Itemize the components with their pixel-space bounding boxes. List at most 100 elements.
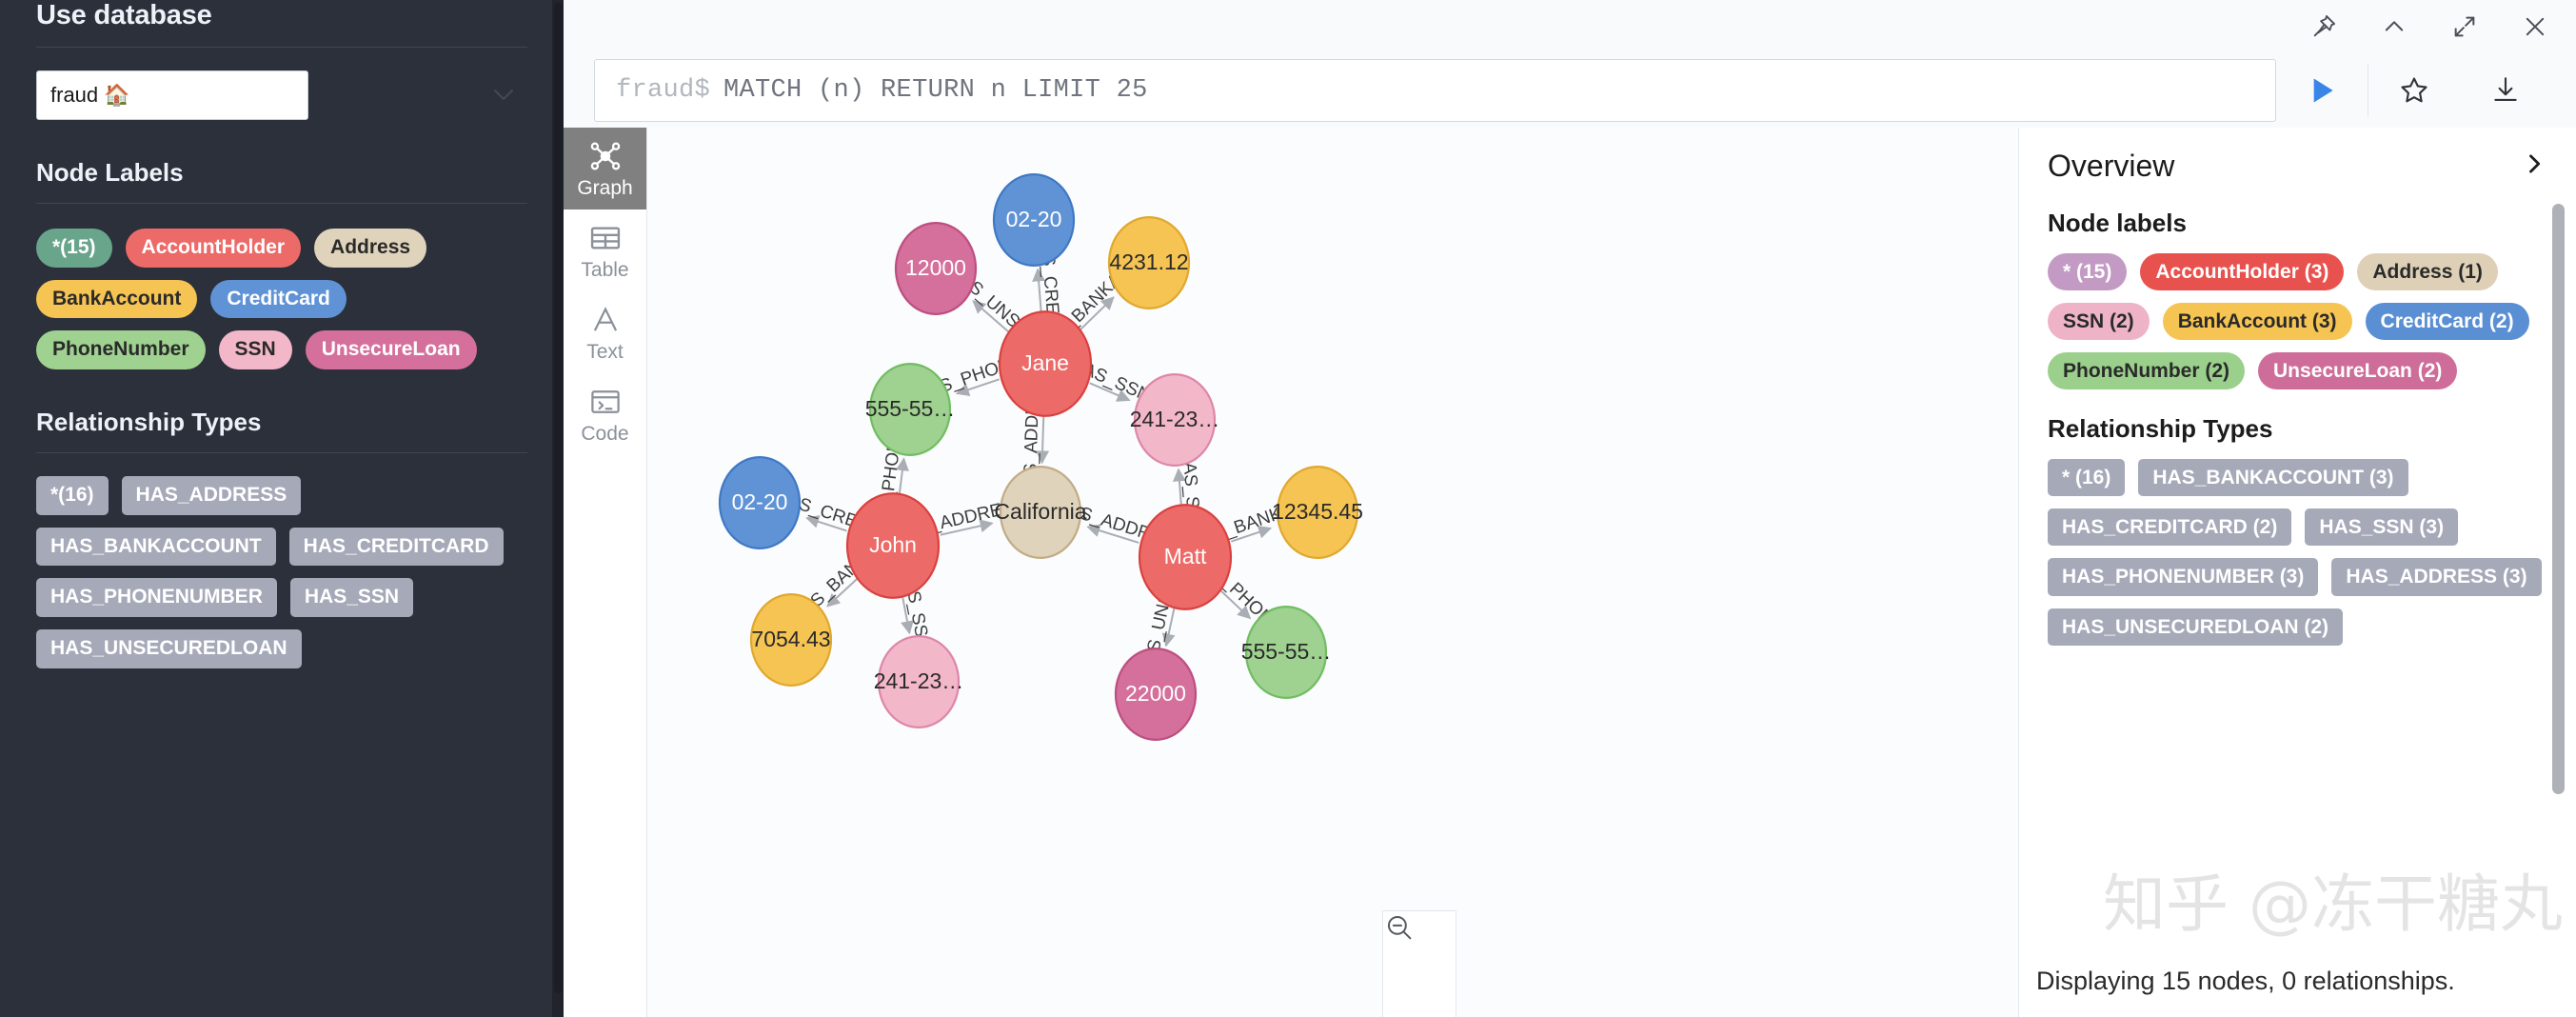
graph-node-label: 4231.12: [1109, 249, 1188, 274]
overview-relationship-type-chip[interactable]: HAS_UNSECUREDLOAN (2): [2048, 608, 2344, 646]
graph-node[interactable]: John: [845, 492, 941, 599]
graph-node[interactable]: 7054.43: [749, 593, 833, 687]
result-area: Graph Table Text Code HAS_UNSEC… HAS_CRE…: [564, 128, 2576, 1017]
graph-node-label: Matt: [1164, 544, 1207, 568]
tab-text[interactable]: Text: [564, 291, 646, 373]
relationship-type-chip-list: *(16) HAS_ADDRESS HAS_BANKACCOUNT HAS_CREDI…: [36, 476, 527, 668]
overview-scrollbar-thumb[interactable]: [2552, 204, 2565, 794]
node-label-chip[interactable]: PhoneNumber: [36, 330, 206, 370]
run-query-button[interactable]: [2276, 71, 2368, 110]
graph-visualization[interactable]: HAS_UNSEC… HAS_CREDIT… HAS_BANKA… HAS_PHONE…: [647, 128, 2018, 1017]
download-icon[interactable]: [2460, 74, 2551, 107]
node-label-chip[interactable]: AccountHolder: [125, 229, 302, 268]
query-input[interactable]: fraud$ MATCH (n) RETURN n LIMIT 25: [594, 59, 2276, 122]
overview-node-label-chip[interactable]: * (15): [2048, 253, 2128, 291]
sidebar-scrollbar-thumb[interactable]: [554, 3, 563, 993]
query-frame: fraud$ MATCH (n) RETURN n LIMIT 25 Graph…: [564, 0, 2576, 1017]
database-select[interactable]: fraud 🏠: [36, 70, 514, 120]
divider: [36, 203, 527, 204]
favorite-star-icon[interactable]: [2368, 74, 2460, 107]
divider: [36, 47, 527, 48]
pin-icon[interactable]: [2308, 10, 2340, 43]
overview-node-label-chip[interactable]: UnsecureLoan (2): [2258, 352, 2458, 390]
graph-node[interactable]: Jane: [998, 310, 1093, 417]
overview-node-label-chip[interactable]: Address (1): [2357, 253, 2498, 291]
node-label-chip[interactable]: Address: [314, 229, 427, 268]
view-tab-bar: Graph Table Text Code: [564, 128, 647, 1017]
chevron-down-icon: [493, 83, 514, 108]
overview-node-label-chip[interactable]: PhoneNumber (2): [2048, 352, 2246, 390]
graph-node[interactable]: 02-20: [992, 173, 1076, 267]
graph-node-label: John: [869, 532, 917, 557]
close-icon[interactable]: [2519, 10, 2551, 43]
graph-node-label: 241-23…: [874, 668, 964, 693]
graph-node-label: California: [994, 499, 1086, 524]
graph-node[interactable]: 241-23…: [874, 635, 964, 728]
use-database-title: Use database: [36, 0, 212, 30]
graph-canvas[interactable]: HAS_UNSEC…HAS_CREDIT…HAS_BANKA…HAS_PHONE…: [647, 128, 1437, 1017]
graph-node[interactable]: California: [994, 466, 1087, 559]
overview-relationship-type-chip[interactable]: HAS_BANKACCOUNT (3): [2138, 459, 2408, 497]
overview-node-label-chip[interactable]: BankAccount (3): [2162, 303, 2352, 341]
tab-table[interactable]: Table: [564, 209, 646, 291]
query-prompt: fraud$: [616, 76, 711, 105]
frame-titlebar: [564, 0, 2576, 53]
tab-code[interactable]: Code: [564, 373, 646, 455]
expand-icon[interactable]: [2448, 10, 2481, 43]
node-label-chip[interactable]: CreditCard: [210, 279, 347, 319]
relationship-type-chip[interactable]: HAS_CREDITCARD: [288, 527, 504, 567]
overview-relationship-type-chip[interactable]: * (16): [2048, 459, 2126, 497]
graph-node[interactable]: 02-20: [718, 456, 802, 549]
overview-scrollbar[interactable]: [2552, 204, 2565, 1017]
overview-relationship-types-title: Relationship Types: [2048, 414, 2273, 444]
overview-node-label-list: * (15) AccountHolder (3) Address (1) SSN (2…: [2048, 253, 2547, 390]
node-label-chip[interactable]: UnsecureLoan: [305, 330, 477, 370]
overview-title: Overview: [2048, 149, 2175, 183]
overview-relationship-type-list: * (16) HAS_BANKACCOUNT (3) HAS_CREDITCARD …: [2048, 459, 2547, 646]
sidebar-scrollbar[interactable]: [552, 0, 564, 1017]
graph-node-label: 7054.43: [751, 627, 830, 651]
overview-node-label-chip[interactable]: CreditCard (2): [2365, 303, 2529, 341]
overview-node-label-chip[interactable]: AccountHolder (3): [2140, 253, 2345, 291]
relationship-type-chip[interactable]: HAS_BANKACCOUNT: [36, 527, 276, 567]
overview-relationship-type-chip[interactable]: HAS_ADDRESS (3): [2331, 558, 2542, 596]
node-label-chip[interactable]: SSN: [218, 330, 292, 370]
relationship-type-chip[interactable]: *(16): [36, 476, 109, 515]
graph-node[interactable]: 22000: [1114, 648, 1198, 741]
database-select-wrapper: fraud 🏠: [36, 70, 527, 120]
status-text: Displaying 15 nodes, 0 relationships.: [2019, 967, 2576, 1017]
relationship-type-chip[interactable]: HAS_UNSECUREDLOAN: [36, 629, 302, 668]
graph-node[interactable]: Matt: [1138, 504, 1233, 610]
node-label-chip-list: *(15) AccountHolder Address BankAccount Cred…: [36, 229, 527, 370]
overview-relationship-type-chip[interactable]: HAS_PHONENUMBER (3): [2048, 558, 2319, 596]
graph-node[interactable]: 12345.45: [1272, 466, 1363, 559]
relationship-type-chip[interactable]: HAS_PHONENUMBER: [36, 578, 277, 618]
query-text: MATCH (n) RETURN n LIMIT 25: [723, 76, 1148, 105]
neo4j-browser-window: Use database fraud 🏠 Node Labels *(15) Ac…: [0, 0, 2576, 1017]
watermark: 知乎 @冻干糖丸: [2103, 867, 2563, 941]
overview-node-label-chip[interactable]: SSN (2): [2048, 303, 2150, 341]
graph-node-label: 12345.45: [1272, 499, 1363, 524]
overview-header: Overview: [2048, 149, 2547, 184]
overview-relationship-type-chip[interactable]: HAS_SSN (3): [2305, 508, 2459, 547]
relationship-type-chip[interactable]: HAS_ADDRESS: [121, 476, 302, 515]
graph-node-label: 02-20: [1006, 207, 1062, 231]
divider: [36, 452, 527, 454]
tab-graph[interactable]: Graph: [564, 128, 646, 209]
node-labels-title: Node Labels: [36, 158, 184, 187]
graph-node[interactable]: 12000: [894, 222, 978, 315]
overview-panel: Overview Node labels * (15) AccountHolder…: [2018, 128, 2576, 1017]
node-label-chip[interactable]: *(15): [36, 229, 112, 268]
graph-node[interactable]: 4231.12: [1107, 216, 1191, 309]
node-label-chip[interactable]: BankAccount: [36, 279, 198, 319]
chevron-up-icon[interactable]: [2378, 10, 2410, 43]
relationship-type-chip[interactable]: HAS_SSN: [289, 578, 414, 618]
graph-node-label: 12000: [905, 255, 966, 280]
query-editor-row: fraud$ MATCH (n) RETURN n LIMIT 25: [564, 53, 2576, 128]
zoom-controls: [1382, 910, 1456, 1017]
graph-node-label: 241-23…: [1130, 407, 1220, 431]
overview-relationship-type-chip[interactable]: HAS_CREDITCARD (2): [2048, 508, 2292, 547]
graph-node-label: 555-55…: [865, 396, 956, 421]
chevron-right-icon[interactable]: [2521, 150, 2547, 182]
tab-text-label: Text: [586, 340, 624, 363]
